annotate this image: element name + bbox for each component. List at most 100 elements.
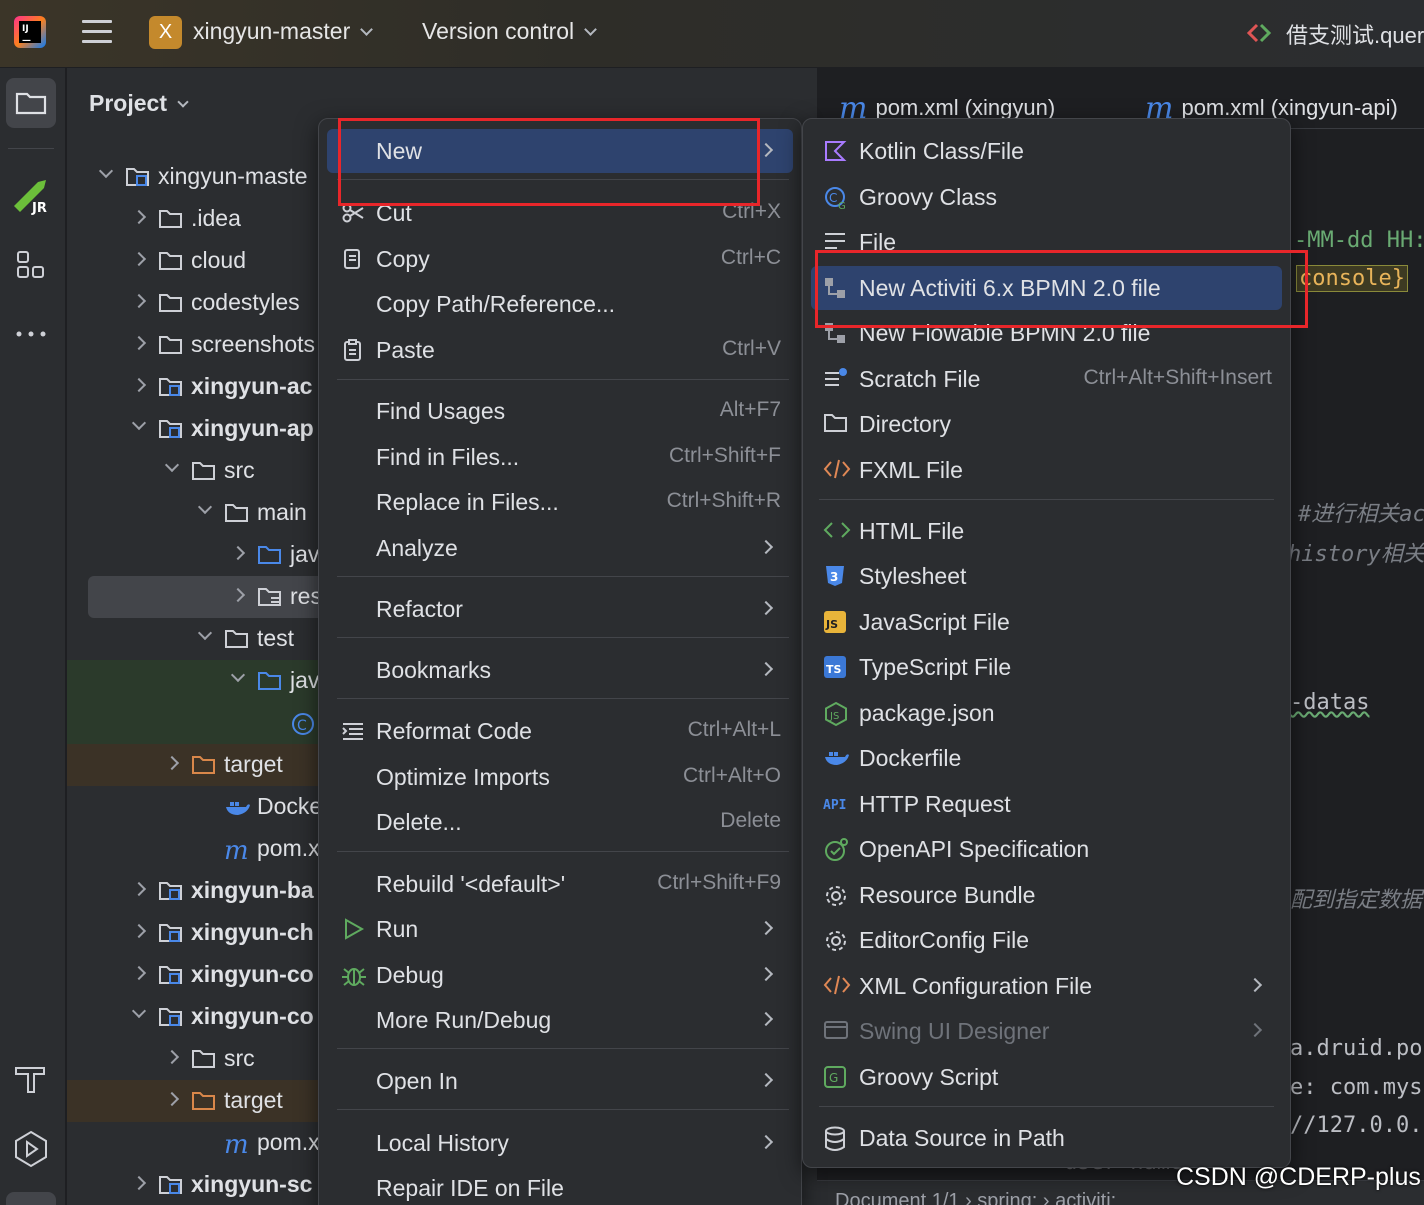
- tree-item-label: codestyles: [191, 289, 300, 315]
- terminal-tool-button[interactable]: [6, 1192, 56, 1205]
- new-menu-item-scratch-file[interactable]: Scratch File Ctrl+Alt+Shift+Insert: [811, 357, 1282, 401]
- module-folder-icon: [158, 1174, 182, 1194]
- chevron-down-icon[interactable]: [98, 163, 114, 179]
- new-menu-item-openapi-specification[interactable]: OpenAPI Specification: [811, 827, 1282, 871]
- project-tool-button[interactable]: [6, 78, 56, 128]
- chevron-right-icon[interactable]: [164, 1091, 180, 1107]
- new-menu-item-fxml-file[interactable]: FXML File: [811, 448, 1282, 492]
- chevron-right-icon[interactable]: [164, 755, 180, 771]
- context-menu-item-analyze[interactable]: Analyze: [327, 526, 793, 570]
- context-menu-item-delete[interactable]: Delete... Delete: [327, 800, 793, 844]
- folder-icon: [823, 412, 847, 434]
- context-menu-item-find-in-files[interactable]: Find in Files... Ctrl+Shift+F: [327, 435, 793, 479]
- new-menu-item-groovy-class[interactable]: C G Groovy Class: [811, 175, 1282, 219]
- chevron-right-icon[interactable]: [131, 209, 147, 225]
- folder-icon: [191, 460, 215, 480]
- chevron-down-icon[interactable]: [131, 415, 147, 431]
- chevron-right-icon[interactable]: [131, 377, 147, 393]
- new-menu-item-kotlin-class-file[interactable]: Kotlin Class/File: [811, 129, 1282, 173]
- new-menu-item-editorconfig-file[interactable]: EditorConfig File: [811, 918, 1282, 962]
- context-menu-item-copy[interactable]: Copy Ctrl+C: [327, 237, 793, 281]
- new-menu-item-stylesheet[interactable]: 3 Stylesheet: [811, 554, 1282, 598]
- code-line: -datas: [1290, 690, 1370, 715]
- context-menu-item-local-history[interactable]: Local History: [327, 1121, 793, 1165]
- new-menu-item-groovy-script[interactable]: G Groovy Script: [811, 1055, 1282, 1099]
- code-line: e: com.mys: [1290, 1075, 1423, 1100]
- chevron-down-icon[interactable]: [230, 667, 246, 683]
- chevron-right-icon[interactable]: [164, 1049, 180, 1065]
- context-menu-item-reformat-code[interactable]: Reformat Code Ctrl+Alt+L: [327, 709, 793, 753]
- chevron-right-icon[interactable]: [131, 965, 147, 981]
- tree-item-label: xingyun-sc: [191, 1171, 313, 1197]
- jrebel-tool-button[interactable]: JR: [6, 170, 56, 220]
- menu-item-label: Find Usages: [376, 398, 506, 424]
- chevron-right-icon[interactable]: [131, 923, 147, 939]
- run-configuration-selector[interactable]: 借支测试.quer: [1286, 18, 1424, 50]
- main-menu-icon[interactable]: [82, 20, 112, 46]
- chevron-right-icon[interactable]: [230, 545, 246, 561]
- intellij-logo-icon[interactable]: IJ —: [14, 16, 46, 48]
- new-menu-item-javascript-file[interactable]: JS JavaScript File: [811, 600, 1282, 644]
- source-folder-icon: [257, 670, 281, 690]
- watermark: CSDN @CDERP-plus: [1176, 1163, 1421, 1191]
- new-menu-item-http-request[interactable]: API HTTP Request: [811, 782, 1282, 826]
- context-menu-item-optimize-imports[interactable]: Optimize Imports Ctrl+Alt+O: [327, 755, 793, 799]
- chevron-down-icon[interactable]: [197, 499, 213, 515]
- tab-label: pom.xml (xingyun-api): [1181, 95, 1398, 120]
- menu-separator: [337, 637, 789, 638]
- build-tool-button[interactable]: [6, 1054, 56, 1104]
- chevron-right-icon[interactable]: [131, 251, 147, 267]
- project-panel-title[interactable]: Project: [89, 90, 189, 117]
- new-menu-item-package-json[interactable]: JS package.json: [811, 691, 1282, 735]
- context-menu-item-refactor[interactable]: Refactor: [327, 587, 793, 631]
- version-control-menu[interactable]: Version control: [422, 18, 598, 45]
- menu-item-shortcut: Delete: [720, 809, 781, 832]
- context-menu-item-more-run-debug[interactable]: More Run/Debug: [327, 998, 793, 1042]
- chevron-right-icon[interactable]: [131, 1175, 147, 1191]
- project-badge[interactable]: X: [149, 16, 182, 49]
- chevron-down-icon[interactable]: [197, 625, 213, 641]
- menu-item-label: Repair IDE on File: [376, 1175, 564, 1201]
- new-menu-item-typescript-file[interactable]: TS TypeScript File: [811, 645, 1282, 689]
- context-menu-item-copy-path-reference[interactable]: Copy Path/Reference...: [327, 282, 793, 326]
- menu-item-shortcut: Ctrl+Shift+F9: [657, 871, 781, 894]
- context-menu-item-rebuild-default[interactable]: Rebuild '<default>' Ctrl+Shift+F9: [327, 862, 793, 906]
- structure-tool-button[interactable]: [6, 240, 56, 290]
- menu-item-shortcut: Alt+F7: [719, 398, 781, 421]
- menu-item-label: Bookmarks: [376, 657, 492, 683]
- new-menu-item-xml-configuration-file[interactable]: XML Configuration File: [811, 964, 1282, 1008]
- context-menu-item-run[interactable]: Run: [327, 907, 793, 951]
- folder-icon: [191, 1048, 215, 1068]
- module-folder-icon: [158, 418, 182, 438]
- context-menu-item-bookmarks[interactable]: Bookmarks: [327, 648, 793, 692]
- code-line: console}: [1296, 265, 1408, 292]
- new-menu-item-resource-bundle[interactable]: Resource Bundle: [811, 873, 1282, 917]
- chevron-right-icon[interactable]: [131, 881, 147, 897]
- chevron-right-icon[interactable]: [131, 335, 147, 351]
- context-menu-item-find-usages[interactable]: Find Usages Alt+F7: [327, 389, 793, 433]
- menu-item-label: Paste: [376, 337, 435, 363]
- menu-separator: [337, 851, 789, 852]
- more-tools-button[interactable]: [6, 308, 56, 358]
- services-tool-button[interactable]: [6, 1124, 56, 1174]
- context-menu-item-paste[interactable]: Paste Ctrl+V: [327, 328, 793, 372]
- kotlin-icon: [823, 139, 847, 161]
- menu-item-label: Optimize Imports: [376, 764, 550, 790]
- chevron-down-icon[interactable]: [164, 457, 180, 473]
- new-menu-item-dockerfile[interactable]: Dockerfile: [811, 736, 1282, 780]
- context-menu-item-replace-in-files[interactable]: Replace in Files... Ctrl+Shift+R: [327, 480, 793, 524]
- new-menu-item-directory[interactable]: Directory: [811, 402, 1282, 446]
- new-menu-item-html-file[interactable]: HTML File: [811, 509, 1282, 553]
- chevron-right-icon[interactable]: [131, 293, 147, 309]
- chevron-down-icon[interactable]: [131, 1003, 147, 1019]
- chevron-right-icon[interactable]: [230, 587, 246, 603]
- context-menu-item-debug[interactable]: Debug: [327, 953, 793, 997]
- svg-text:G: G: [829, 1071, 838, 1085]
- menu-item-label: OpenAPI Specification: [859, 836, 1090, 862]
- context-menu-item-repair-ide-on-file[interactable]: Repair IDE on File: [327, 1166, 793, 1205]
- context-menu-item-open-in[interactable]: Open In: [327, 1059, 793, 1103]
- editor-breadcrumb[interactable]: Document 1/1 › spring: › activiti:: [835, 1190, 1116, 1205]
- new-menu-item-data-source-in-path[interactable]: Data Source in Path: [811, 1116, 1282, 1160]
- project-switcher[interactable]: xingyun-master: [193, 18, 374, 45]
- menu-item-label: Data Source in Path: [859, 1125, 1065, 1151]
